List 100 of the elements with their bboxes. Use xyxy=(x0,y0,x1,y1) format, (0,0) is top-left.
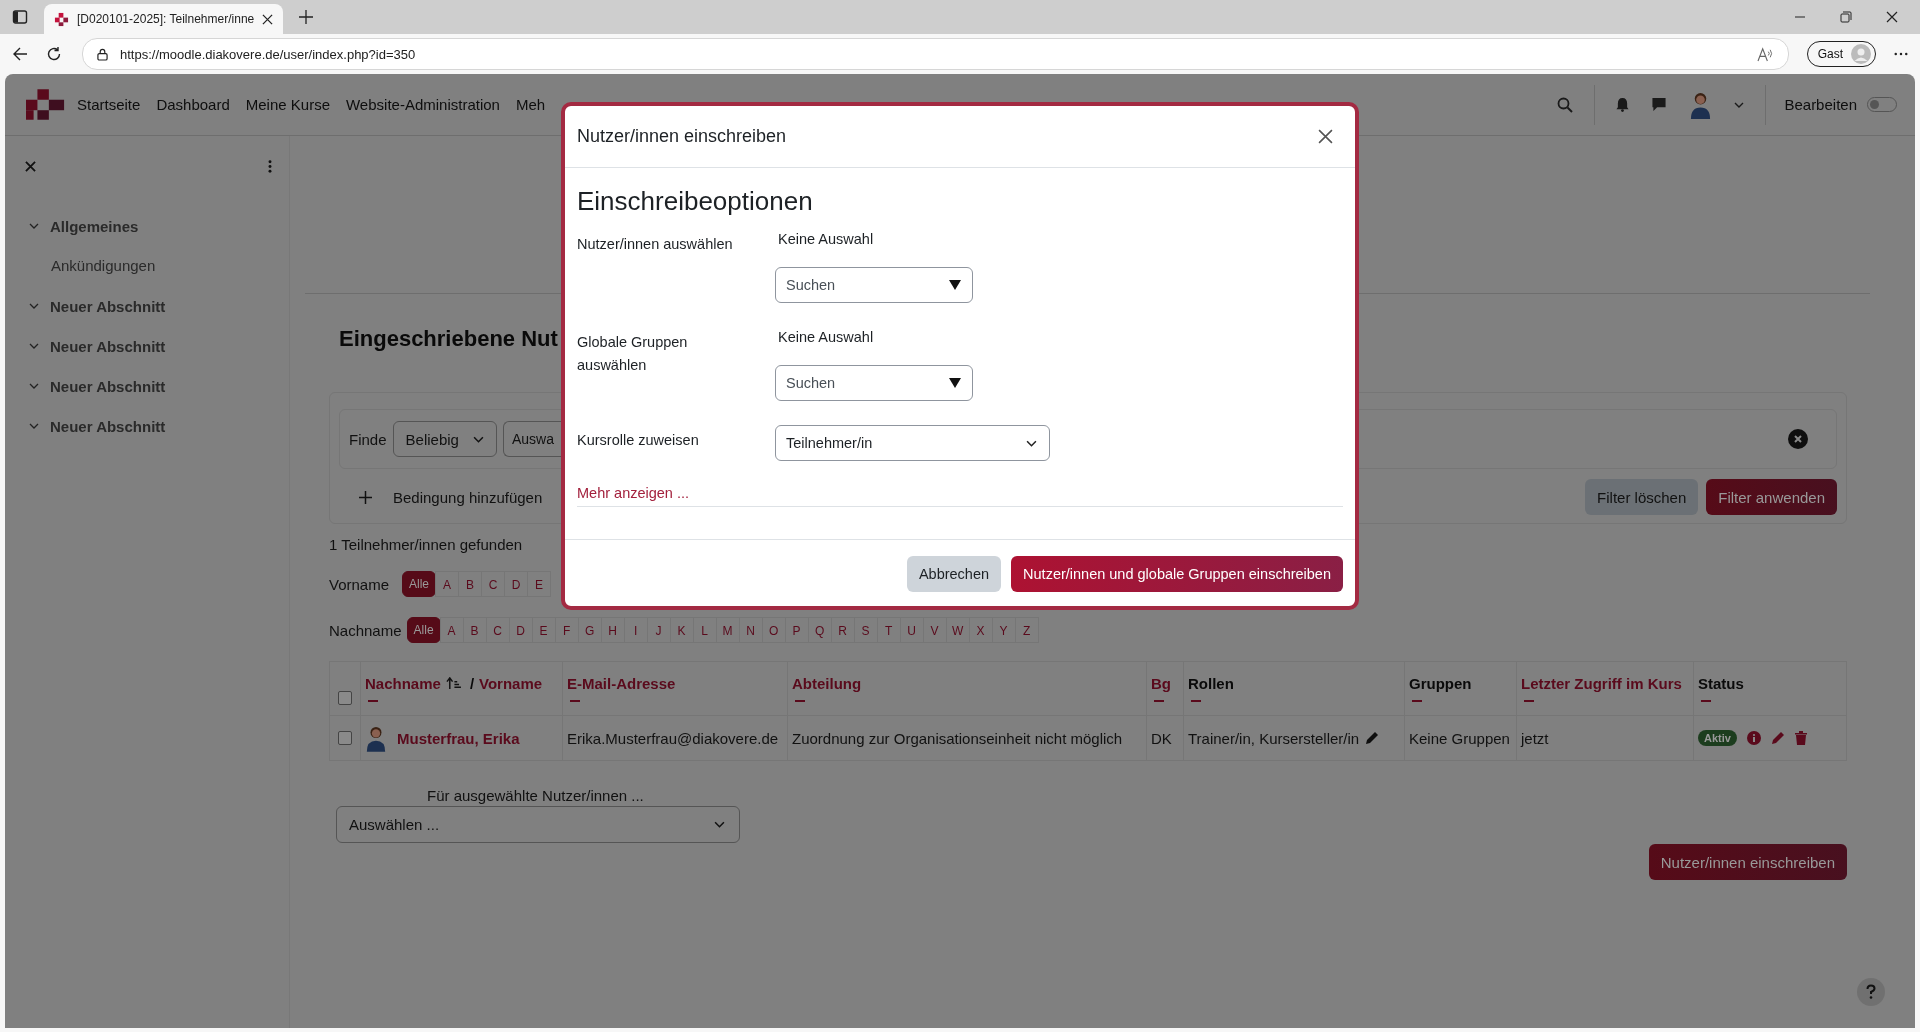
nav-link[interactable]: Startseite xyxy=(77,96,141,113)
initial-link[interactable]: P xyxy=(784,617,809,643)
initial-link[interactable]: C xyxy=(485,617,510,643)
initial-link[interactable]: S xyxy=(853,617,878,643)
restore-icon[interactable] xyxy=(1840,11,1852,23)
initial-link[interactable]: M xyxy=(715,617,740,643)
user-avatar-icon[interactable] xyxy=(1689,90,1713,119)
column-header[interactable]: E-Mail-Adresse xyxy=(567,675,676,692)
apply-filter-button[interactable]: Filter anwenden xyxy=(1706,479,1837,515)
new-tab-icon[interactable] xyxy=(299,10,314,24)
row-checkbox[interactable] xyxy=(338,731,352,745)
enrol-users-button[interactable]: Nutzer/innen einschreiben xyxy=(1648,844,1847,880)
initial-link[interactable]: F xyxy=(554,617,579,643)
initial-link[interactable]: Alle xyxy=(402,571,436,597)
chevron-icon[interactable] xyxy=(29,423,39,429)
remove-icon[interactable] xyxy=(1788,429,1808,449)
initial-link[interactable]: X xyxy=(968,617,993,643)
bulk-action-select[interactable]: Auswählen ... xyxy=(336,806,740,843)
initial-link[interactable]: U xyxy=(899,617,924,643)
chevron-icon[interactable] xyxy=(29,343,39,349)
match-select[interactable]: Beliebig xyxy=(392,421,497,457)
chat-icon[interactable] xyxy=(1651,97,1668,112)
kebab-menu-icon[interactable] xyxy=(268,159,272,173)
initial-link[interactable]: T xyxy=(876,617,901,643)
initial-link[interactable]: L xyxy=(692,617,717,643)
initial-link[interactable]: B xyxy=(462,617,487,643)
column-header[interactable]: Letzter Zugriff im Kurs xyxy=(1521,675,1682,692)
caret-icon[interactable] xyxy=(1734,101,1745,108)
column-header[interactable]: Abteilung xyxy=(792,675,862,692)
tab-actions-icon[interactable] xyxy=(12,9,28,25)
section-link[interactable]: Allgemeines xyxy=(50,217,139,235)
column-header[interactable]: Bg xyxy=(1151,675,1171,692)
initial-link[interactable]: D xyxy=(504,571,528,597)
initial-link[interactable]: B xyxy=(458,571,482,597)
reload-icon[interactable] xyxy=(46,46,62,62)
search-field[interactable]: Suchen xyxy=(775,365,973,401)
cancel-button[interactable]: Abbrechen xyxy=(906,556,1002,592)
initial-link[interactable]: N xyxy=(738,617,763,643)
initial-link[interactable]: K xyxy=(669,617,694,643)
initial-link[interactable]: W xyxy=(945,617,970,643)
activity-link[interactable]: Ankündigungen xyxy=(5,246,156,286)
nav-link[interactable]: Meh xyxy=(515,96,546,113)
trash-icon[interactable] xyxy=(1794,731,1807,745)
column-header[interactable]: Nachname xyxy=(365,675,441,692)
initial-link[interactable]: Y xyxy=(991,617,1016,643)
initial-link[interactable]: E xyxy=(531,617,556,643)
close-icon[interactable] xyxy=(262,13,274,25)
bell-icon[interactable] xyxy=(1616,97,1630,112)
more-icon[interactable] xyxy=(1894,52,1908,56)
chevron-icon[interactable] xyxy=(29,223,39,229)
initial-link[interactable]: R xyxy=(830,617,855,643)
initial-link[interactable]: H xyxy=(600,617,625,643)
section-link[interactable]: Neuer Abschnitt xyxy=(50,417,166,435)
initial-link[interactable]: O xyxy=(761,617,786,643)
avatar-icon xyxy=(1851,44,1871,64)
initial-link[interactable]: I xyxy=(623,617,648,643)
address-field[interactable]: https://moodle.diakovere.de/user/index.php?id=350 xyxy=(82,38,1789,70)
user-name-link[interactable]: Musterfrau, Erika xyxy=(397,729,520,747)
section-link[interactable]: Neuer Abschnitt xyxy=(50,297,166,315)
initial-link[interactable]: G xyxy=(577,617,602,643)
pencil-icon[interactable] xyxy=(1770,731,1785,745)
column-header[interactable]: Vorname xyxy=(479,675,543,692)
close-icon[interactable] xyxy=(1886,11,1898,23)
department-cell: Zuordnung zur Organisationseinheit nicht möglich xyxy=(792,729,1123,747)
close-icon[interactable] xyxy=(1318,129,1333,144)
initial-link[interactable]: Alle xyxy=(406,617,441,643)
initial-link[interactable]: C xyxy=(481,571,505,597)
initial-link[interactable]: A xyxy=(439,617,464,643)
pencil-icon[interactable] xyxy=(1365,731,1380,745)
initial-link[interactable]: A xyxy=(435,571,459,597)
select-all-checkbox[interactable] xyxy=(338,691,352,705)
help-icon[interactable] xyxy=(1857,978,1885,1006)
initial-link[interactable]: J xyxy=(646,617,671,643)
read-aloud-icon[interactable] xyxy=(1756,46,1774,62)
caret-icon xyxy=(1026,439,1037,447)
submit-button[interactable]: Nutzer/innen und globale Gruppen einschreiben xyxy=(1011,556,1343,592)
logo-icon[interactable] xyxy=(26,89,66,120)
search-icon[interactable] xyxy=(1557,96,1574,113)
plus-icon[interactable] xyxy=(359,490,372,504)
role-select[interactable]: Teilnehmer/in xyxy=(775,425,1050,461)
nav-link[interactable]: Meine Kurse xyxy=(245,96,330,113)
nav-link[interactable]: Website-Administration xyxy=(346,96,500,113)
section-link[interactable]: Neuer Abschnitt xyxy=(50,377,166,395)
search-field[interactable]: Suchen xyxy=(775,267,973,303)
initial-link[interactable]: Z xyxy=(1014,617,1039,643)
initial-link[interactable]: D xyxy=(508,617,533,643)
nav-link[interactable]: Dashboard xyxy=(156,96,230,113)
clear-filter-button[interactable]: Filter löschen xyxy=(1585,479,1699,515)
chevron-icon[interactable] xyxy=(29,383,39,389)
browser-tab[interactable]: [D020101-2025]: Teilnehmer/inne xyxy=(44,4,284,34)
add-condition-link[interactable]: Bedingung hinzufügen xyxy=(393,488,543,506)
sort-ascending-icon[interactable] xyxy=(445,677,461,690)
info-icon[interactable] xyxy=(1746,731,1761,745)
back-icon[interactable] xyxy=(12,46,28,62)
initial-link[interactable]: V xyxy=(922,617,947,643)
section-link[interactable]: Neuer Abschnitt xyxy=(50,337,166,355)
show-more-link[interactable]: Mehr anzeigen ... xyxy=(577,485,1343,507)
chevron-icon[interactable] xyxy=(29,303,39,309)
initial-link[interactable]: Q xyxy=(807,617,832,643)
initial-link[interactable]: E xyxy=(527,571,551,597)
